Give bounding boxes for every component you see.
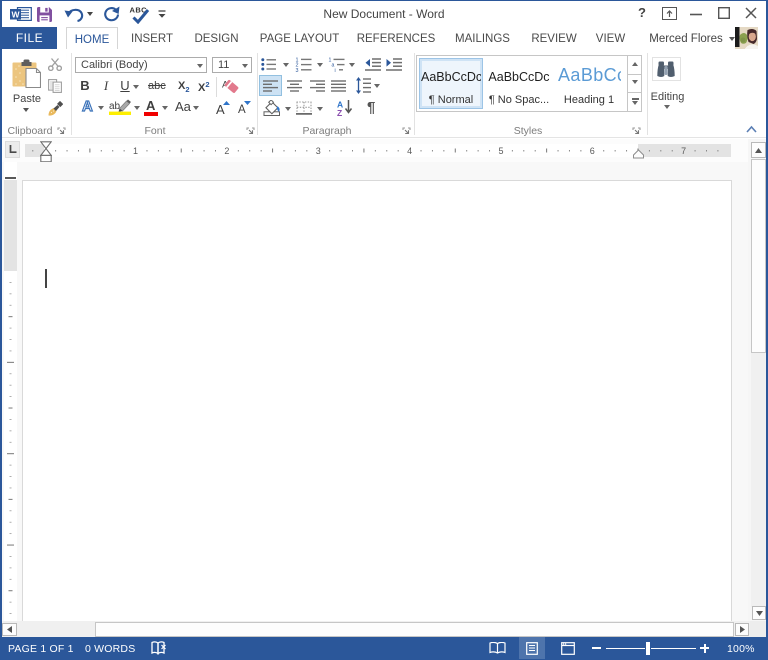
svg-text:6: 6 <box>590 146 595 156</box>
svg-text:i: i <box>335 68 336 73</box>
svg-text:W: W <box>11 10 20 20</box>
svg-text:7: 7 <box>681 146 686 156</box>
svg-text:ab: ab <box>109 101 121 112</box>
svg-text:3: 3 <box>316 146 321 156</box>
svg-text:4: 4 <box>407 146 412 156</box>
svg-text:3: 3 <box>296 68 299 73</box>
svg-text:2: 2 <box>224 146 229 156</box>
svg-text:1: 1 <box>133 146 138 156</box>
svg-text:Z: Z <box>337 108 342 116</box>
svg-text:5: 5 <box>498 146 503 156</box>
